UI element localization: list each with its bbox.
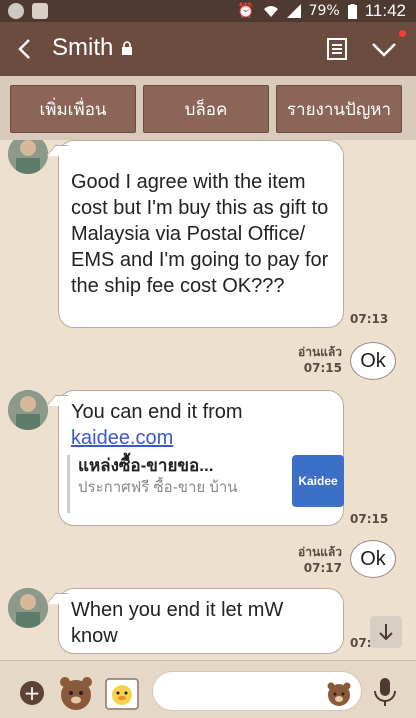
alarm-icon: ⏰ bbox=[237, 3, 255, 19]
avatar[interactable] bbox=[8, 390, 48, 430]
block-button[interactable]: บล็อค bbox=[143, 85, 269, 133]
avatar[interactable] bbox=[8, 140, 48, 174]
input-bar: + bbox=[0, 660, 416, 718]
notification-dot bbox=[399, 30, 406, 37]
plus-icon[interactable]: + bbox=[20, 681, 44, 705]
message-bubble[interactable]: When you end it let mW know bbox=[58, 588, 344, 654]
message-time: 07:13 bbox=[350, 312, 389, 326]
lock-icon bbox=[122, 41, 133, 55]
sticker-icon[interactable] bbox=[58, 673, 94, 713]
read-label: อ่านแล้ว bbox=[298, 345, 342, 359]
clock: 11:42 bbox=[364, 1, 406, 20]
avatar[interactable] bbox=[8, 588, 48, 628]
action-bar: เพิ่มเพื่อน บล็อค รายงานปัญหา bbox=[0, 76, 416, 140]
read-receipt: อ่านแล้ว 07:15 bbox=[290, 344, 342, 376]
add-friend-button[interactable]: เพิ่มเพื่อน bbox=[10, 85, 136, 133]
message-text: You can end it from bbox=[71, 401, 243, 423]
message-text: Good I agree with the item cost but I'm … bbox=[71, 171, 329, 297]
line-icon bbox=[8, 3, 24, 19]
read-receipt: อ่านแล้ว 07:17 bbox=[290, 544, 342, 576]
signal-icon bbox=[286, 4, 301, 18]
message-time: 07:17 bbox=[303, 561, 342, 575]
chat-title: Smith bbox=[52, 34, 133, 62]
read-label: อ่านแล้ว bbox=[298, 545, 342, 559]
photo-sticker-icon[interactable] bbox=[104, 677, 140, 711]
microphone-icon[interactable] bbox=[372, 677, 398, 707]
message-text: When you end it let mW know bbox=[71, 599, 284, 647]
note-icon[interactable] bbox=[326, 37, 348, 61]
report-button[interactable]: รายงานปัญหา bbox=[276, 85, 402, 133]
chat-header: Smith bbox=[0, 22, 416, 76]
emoji-icon[interactable] bbox=[326, 681, 352, 707]
message-bubble[interactable]: Good I agree with the item cost but I'm … bbox=[58, 140, 344, 328]
gallery-icon bbox=[32, 3, 48, 19]
chat-area[interactable]: Good I agree with the item cost but I'm … bbox=[0, 140, 416, 660]
arrow-down-icon bbox=[379, 624, 393, 641]
message-bubble[interactable]: Ok bbox=[350, 540, 396, 578]
contact-name: Smith bbox=[52, 34, 114, 61]
chevron-down-icon[interactable] bbox=[370, 37, 398, 61]
wifi-icon bbox=[263, 6, 278, 17]
message-bubble[interactable]: Ok bbox=[350, 342, 396, 380]
scroll-down-button[interactable] bbox=[370, 616, 402, 648]
link-preview[interactable]: แหล่งซื้อ-ขายขอ... ประกาศฟรี ซื้อ-ขาย บ้… bbox=[67, 455, 344, 513]
kaidee-logo: Kaidee bbox=[292, 455, 344, 507]
message-time: 07:15 bbox=[303, 361, 342, 375]
message-time: 07:15 bbox=[350, 512, 389, 526]
battery-text: 79% bbox=[308, 3, 340, 19]
status-bar: ⏰ 79% 11:42 bbox=[0, 0, 416, 22]
battery-icon bbox=[347, 3, 357, 19]
message-link[interactable]: kaidee.com bbox=[71, 425, 331, 451]
message-bubble[interactable]: You can end it from kaidee.com แหล่งซื้อ… bbox=[58, 390, 344, 526]
back-icon[interactable] bbox=[10, 33, 38, 65]
